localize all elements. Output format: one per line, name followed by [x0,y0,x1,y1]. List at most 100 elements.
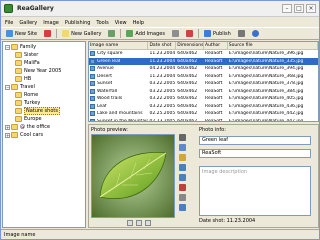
tree-node[interactable]: MaliFa [3,59,85,67]
close-button[interactable]: × [306,4,316,13]
bulb-icon[interactable] [179,154,186,161]
tree-node[interactable]: + @ the office [3,123,85,131]
table-row[interactable]: Leaf 03.22.2005 640x462 ReaSoft E:\images\na… [89,103,318,111]
settings-button[interactable] [236,29,247,39]
table-cell: E:\images\nature\Nature_447.jpg [228,118,304,122]
table-row[interactable]: Lake and mountains 02.25.2005 640x462 ReaSo… [89,110,318,118]
image-name-text: Sunset in the Mountains [97,118,149,122]
table-row[interactable]: Wood trails 03.22.2005 640x462 ReaSoft E:\im… [89,95,318,103]
toolbar-separator [197,29,199,38]
image-props-button[interactable] [170,29,181,39]
table-row[interactable]: Sunset in the Mountains 02.23.2005 640x462… [89,118,318,122]
tree-node[interactable]: Turkey [3,99,85,107]
table-cell: ReaSoft [205,88,223,94]
gallery-props-button[interactable] [106,29,117,39]
minimize-button[interactable]: – [282,4,292,13]
table-cell: E:\images\nature\Nature_442.jpg [228,111,304,117]
zoom-fit-icon[interactable] [179,134,186,141]
menu-file[interactable]: File [5,20,13,26]
tree-node[interactable]: HB [3,75,85,83]
flip-icon[interactable] [179,184,186,191]
expand-icon[interactable]: + [5,132,10,138]
table-cell: E:\images\nature\Nature_378.jpg [228,81,304,87]
table-cell: 11.23.2004 [149,73,176,79]
image-file-icon [90,103,95,109]
menu-tools[interactable]: Tools [96,20,108,26]
zoom-in-icon[interactable] [179,144,186,151]
column-header-author[interactable]: Author [204,42,228,49]
image-name-text: Waterfall [97,88,118,94]
date-shot-label: Date shot: 11.23.2004 [199,218,256,224]
remove-image-button[interactable] [184,29,195,39]
table-cell: Desert [89,73,148,79]
menu-help[interactable]: Help [133,20,144,26]
new-gallery-button[interactable]: New Gallery [60,29,103,39]
table-cell: 04.23.2004 [149,66,176,72]
rotate-right-icon[interactable] [179,174,186,181]
menu-publishing[interactable]: Publishing [65,20,91,26]
tree-node[interactable]: Europe [3,115,85,123]
table-cell: 640x462 [177,66,198,72]
tree-node-label: Travel [20,84,35,90]
image-list[interactable]: Image name Date shot Dimensions Author S… [88,41,319,122]
slideshow-icon[interactable] [145,220,151,226]
menu-gallery[interactable]: Gallery [19,20,37,26]
table-cell: ReaSoft [205,96,223,102]
menu-view[interactable]: View [115,20,127,26]
crop-icon[interactable] [179,194,186,201]
column-header-dimensions[interactable]: Dimensions [176,42,204,49]
table-cell: 03.22.2005 [149,96,176,102]
folder-icon [11,132,18,138]
image-name-field[interactable]: Green leaf [199,136,311,145]
tree-node[interactable]: − Family [3,43,85,51]
tree-node[interactable]: Sister [3,51,85,59]
tree-node[interactable]: Nature shots [3,107,85,115]
tree-node[interactable]: Rome [3,91,85,99]
author-field[interactable]: ReaSoft [199,149,311,158]
folder-icon [15,92,22,98]
tree-node[interactable]: − Travel [3,83,85,91]
collapse-icon[interactable]: − [5,44,10,50]
tree-node-label: Nature shots [24,107,60,115]
resize-icon[interactable] [179,204,186,211]
rotate-left-icon[interactable] [179,164,186,171]
gallery-props-icon [108,30,116,37]
collapse-icon[interactable]: − [5,84,10,90]
delete-site-button[interactable] [42,29,53,39]
table-cell: 640x462 [177,111,198,117]
table-cell: E:\images\nature\Nature_368.jpg [228,73,304,79]
folder-icon [15,76,22,82]
expand-icon[interactable]: + [5,124,10,130]
table-cell: 640x462 [177,81,198,87]
table-row[interactable]: Sunset 03.22.2005 640x462 ReaSoft E:\images\… [89,80,318,88]
table-cell: 02.23.2005 [149,118,176,122]
table-row[interactable]: Waterfall 03.22.2005 640x462 ReaSoft E:\imag… [89,88,318,96]
table-row[interactable]: Avenue 04.23.2004 640x462 ReaSoft E:\images\… [89,65,318,73]
column-header-date[interactable]: Date shot [148,42,177,49]
add-images-button[interactable]: Add Images [124,29,167,39]
maximize-button[interactable]: □ [294,4,304,13]
column-header-source[interactable]: Source file [228,42,318,49]
tree-node[interactable]: New Year 2005 [3,67,85,75]
description-field[interactable]: Image description [199,166,311,216]
table-cell: ReaSoft [205,111,223,117]
column-header-name[interactable]: Image name [89,42,149,49]
table-row[interactable]: Desert 11.23.2004 640x462 ReaSoft E:\images\… [89,73,318,81]
table-row[interactable]: City square 11.23.2004 640x462 ReaSoft E:\im… [89,50,318,58]
image-file-icon [90,81,95,87]
gallery-tree[interactable]: − Family Sister MaliFa New Year 2005 HB − Trave… [2,41,86,228]
menu-image[interactable]: Image [43,20,59,26]
prev-image-icon[interactable] [127,220,133,226]
publish-button[interactable]: Publish [202,29,233,39]
next-image-icon[interactable] [136,220,142,226]
table-cell: Leaf [89,103,148,109]
new-site-button[interactable]: New Site [4,29,39,39]
image-props-icon [171,30,179,37]
table-cell: Avenue [89,66,148,72]
app-window: ReaGallery – □ × File Gallery Image Publ… [0,0,320,240]
help-button[interactable] [250,29,261,39]
table-cell: Sunset [89,81,148,87]
tree-node[interactable]: + Cool cars [3,131,85,139]
table-row[interactable]: Green leaf 11.23.2004 640x462 ReaSoft E:\ima… [89,57,318,65]
tree-node-label: Turkey [24,100,41,106]
